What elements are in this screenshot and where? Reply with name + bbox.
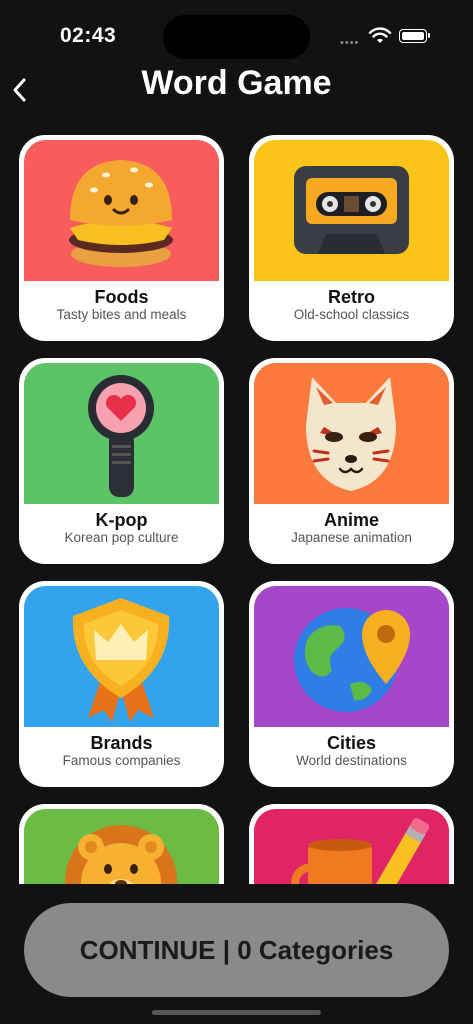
globe-pin-icon — [294, 608, 410, 712]
category-description: Japanese animation — [291, 530, 412, 545]
crown-badge-icon — [72, 598, 170, 722]
page-title: Word Game — [141, 64, 332, 102]
category-grid: Foods Tasty bites and meals Retro Old-sc… — [0, 134, 473, 884]
category-card-cities[interactable]: Cities World destinations — [249, 581, 454, 787]
category-art — [24, 140, 219, 281]
category-art — [24, 586, 219, 727]
continue-button[interactable]: CONTINUE | 0 Categories — [24, 903, 449, 997]
lightstick-icon — [88, 375, 154, 497]
battery-icon — [399, 29, 430, 43]
category-name: Anime — [323, 510, 379, 530]
category-art — [254, 140, 449, 281]
category-card-foods[interactable]: Foods Tasty bites and meals — [19, 135, 224, 341]
category-card-lion[interactable] — [19, 804, 224, 884]
dynamic-island — [163, 15, 310, 59]
category-description: Tasty bites and meals — [56, 307, 187, 322]
category-card-anime[interactable]: Anime Japanese animation — [249, 358, 454, 564]
category-card-kpop[interactable]: K-pop Korean pop culture — [19, 358, 224, 564]
category-card-retro[interactable]: Retro Old-school classics — [249, 135, 454, 341]
category-name: Foods — [94, 287, 149, 307]
category-name: Retro — [327, 287, 375, 307]
category-art — [254, 586, 449, 727]
category-name: K-pop — [95, 510, 148, 530]
category-description: Famous companies — [62, 753, 181, 768]
fox-mask-icon — [306, 377, 396, 491]
wifi-icon — [368, 27, 392, 43]
category-card-brands[interactable]: Brands Famous companies — [19, 581, 224, 787]
category-card-mug[interactable] — [249, 804, 454, 884]
status-bar: 02:43 •••• — [0, 0, 473, 60]
category-art — [254, 363, 449, 504]
lion-icon — [65, 825, 177, 884]
signal-dots: •••• — [340, 37, 360, 49]
category-description: World destinations — [296, 753, 407, 768]
category-description: Old-school classics — [293, 307, 410, 322]
home-indicator — [152, 1010, 321, 1015]
category-name: Cities — [326, 733, 377, 753]
mug-pencil-icon — [291, 817, 430, 884]
category-art — [24, 809, 219, 884]
category-name: Brands — [90, 733, 153, 753]
category-description: Korean pop culture — [64, 530, 179, 545]
category-art — [254, 809, 449, 884]
cassette-icon — [294, 166, 409, 254]
status-time: 02:43 — [60, 24, 117, 47]
burger-icon — [69, 160, 173, 267]
category-art — [24, 363, 219, 504]
